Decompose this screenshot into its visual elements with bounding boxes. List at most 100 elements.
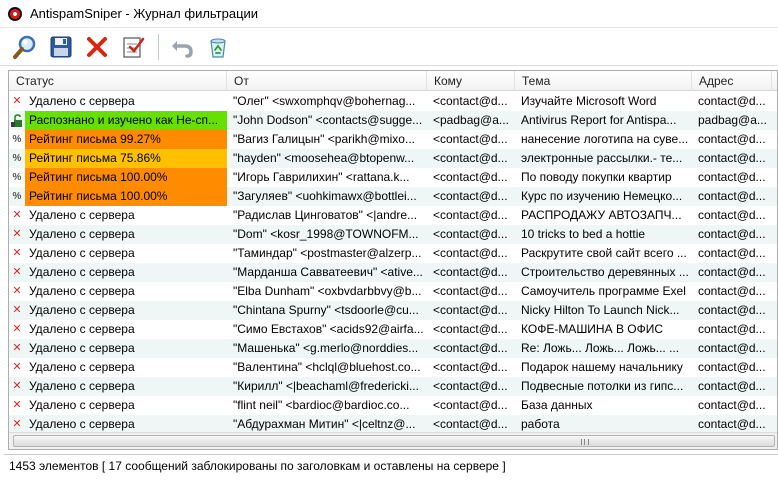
status-cell: % Рейтинг письма 100.00% <box>9 187 227 206</box>
scrollbar-grip-icon <box>581 439 589 445</box>
address-cell: contact@d... <box>698 189 766 203</box>
subject-cell: Изучайте Microsoft Word <box>521 94 657 108</box>
subject-cell: РАСПРОДАЖУ АВТОЗАПЧ... <box>521 208 682 222</box>
table-row[interactable]: % Рейтинг письма 99.27% "Вагиз Галицын" <p… <box>9 130 777 149</box>
table-row[interactable]: ✕ Удалено с сервера "Таминдар" <postmaster… <box>9 244 777 263</box>
subject-cell: нанесение логотипа на суве... <box>521 132 689 146</box>
extra-cell: 2 <box>772 396 777 415</box>
horizontal-scrollbar[interactable] <box>9 432 777 449</box>
table-row[interactable]: ✕ Удалено с сервера "Олег" <swxomphqv@bohe… <box>9 92 777 111</box>
save-disk-icon <box>50 36 72 57</box>
rating-icon: % <box>12 153 22 164</box>
table-row[interactable]: ✕ Удалено с сервера "Chintana Spurny" <tsd… <box>9 301 777 320</box>
save-button[interactable] <box>46 32 76 62</box>
undo-button[interactable] <box>167 32 197 62</box>
table-row[interactable]: ✕ Удалено с сервера "flint neil" <bardioc@… <box>9 396 777 415</box>
column-header-address[interactable]: Адрес <box>692 71 772 91</box>
address-cell: contact@d... <box>698 360 766 374</box>
address-cell: contact@d... <box>698 322 766 336</box>
status-label: Удалено с сервера <box>29 322 135 336</box>
status-cell: ✕ Удалено с сервера <box>9 301 227 320</box>
mark-button[interactable] <box>118 32 148 62</box>
table-row[interactable]: % Рейтинг письма 75.86% "hayden" <moosehea… <box>9 149 777 168</box>
status-cell: ✕ Удалено с сервера <box>9 263 227 282</box>
table-row[interactable]: ✕ Удалено с сервера "Валентина" <hclql@blu… <box>9 358 777 377</box>
subject-cell: Подвесные потолки из гипс... <box>521 379 684 393</box>
status-label: Рейтинг письма 100.00% <box>25 187 227 206</box>
column-header-status[interactable]: Статус <box>9 71 227 91</box>
sender-cell: "flint neil" <bardioc@bardioc.co... <box>233 398 410 412</box>
sender-cell: "Dom" <kosr_1998@TOWNOFM... <box>233 227 419 241</box>
subject-cell: КОФЕ-МАШИНА В ОФИС <box>521 322 664 336</box>
recipient-cell: <contact@d... <box>433 227 508 241</box>
recipient-cell: <contact@d... <box>433 284 508 298</box>
sender-cell: "John Dodson" <contacts@sugge... <box>233 113 423 127</box>
rating-icon: % <box>12 134 22 145</box>
table-row[interactable]: ✕ Удалено с сервера "Марданша Савватеевич"… <box>9 263 777 282</box>
delete-button[interactable] <box>82 32 112 62</box>
rating-icon: % <box>12 191 22 202</box>
subject-cell: Antivirus Report for Antispa... <box>521 113 677 127</box>
status-label: Удалено с сервера <box>29 341 135 355</box>
table-row[interactable]: % Рейтинг письма 100.00% "Игорь Гаврилихин… <box>9 168 777 187</box>
table-row[interactable]: ✕ Удалено с сервера "Elba Dunham" <oxbvdar… <box>9 282 777 301</box>
extra-cell: 2 <box>772 168 777 187</box>
subject-cell: Раскрутите свой сайт всего ... <box>521 246 687 260</box>
status-cell: ✕ Удалено с сервера <box>9 225 227 244</box>
subject-cell: Курс по изучению Немецко... <box>521 189 683 203</box>
status-cell: ✕ Удалено с сервера <box>9 377 227 396</box>
recipient-cell: <contact@d... <box>433 322 508 336</box>
table-body: ✕ Удалено с сервера "Олег" <swxomphqv@bohe… <box>9 92 777 434</box>
subject-cell: База данных <box>521 398 593 412</box>
address-cell: contact@d... <box>698 398 766 412</box>
status-cell: ✕ Удалено с сервера <box>9 320 227 339</box>
subject-cell: Re: Ложь... Ложь... Ложь... ... <box>521 341 680 355</box>
status-label: Рейтинг письма 99.27% <box>25 130 227 149</box>
table-row[interactable]: ✕ Удалено с сервера "Радислав Цинговатов" … <box>9 206 777 225</box>
status-cell: ✕ Удалено с сервера <box>9 339 227 358</box>
subject-cell: Строительство деревянных ... <box>521 265 689 279</box>
status-label: Рейтинг письма 75.86% <box>25 149 227 168</box>
table-row[interactable]: ✕ Удалено с сервера "Симо Евстахов" <acids… <box>9 320 777 339</box>
table-row[interactable]: % Рейтинг письма 100.00% "Загуляев" <uohki… <box>9 187 777 206</box>
table-row[interactable]: ✕ Удалено с сервера "Машенька" <g.merlo@no… <box>9 339 777 358</box>
scrollbar-thumb[interactable] <box>13 435 775 447</box>
table-row[interactable]: ✕ Удалено с сервера "Dom" <kosr_1998@TOWNO… <box>9 225 777 244</box>
status-cell: ✕ Удалено с сервера <box>9 244 227 263</box>
address-cell: contact@d... <box>698 379 766 393</box>
magnifier-icon <box>13 35 36 59</box>
sender-cell: "Машенька" <g.merlo@norddies... <box>233 341 419 355</box>
extra-cell: 2 <box>772 149 777 168</box>
search-button[interactable] <box>10 32 40 62</box>
sender-cell: "Игорь Гаврилихин" <rattana.k... <box>233 170 410 184</box>
address-cell: contact@d... <box>698 132 766 146</box>
column-header-subject[interactable]: Тема <box>515 71 692 91</box>
table-row[interactable]: Распознано и изучено как Не-сп... "John D… <box>9 111 777 130</box>
status-label: Удалено с сервера <box>29 227 135 241</box>
deleted-icon: ✕ <box>12 228 22 240</box>
status-cell: ✕ Удалено с сервера <box>9 282 227 301</box>
column-header-to[interactable]: Кому <box>427 71 515 91</box>
recipient-cell: <contact@d... <box>433 208 508 222</box>
recipient-cell: <contact@d... <box>433 94 508 108</box>
status-label: Удалено с сервера <box>29 208 135 222</box>
column-header-from[interactable]: От <box>227 71 427 91</box>
toolbar <box>0 28 778 66</box>
address-cell: contact@d... <box>698 265 766 279</box>
extra-cell: 2 <box>772 377 777 396</box>
status-label: Удалено с сервера <box>29 284 135 298</box>
sender-cell: "Марданша Савватеевич" <ative... <box>233 265 423 279</box>
deleted-icon: ✕ <box>12 304 22 316</box>
column-header-extra[interactable]: Д <box>772 71 777 91</box>
app-logo-icon <box>8 6 22 21</box>
recipient-cell: <contact@d... <box>433 379 508 393</box>
recipient-cell: <contact@d... <box>433 189 508 203</box>
extra-cell: 2 <box>772 320 777 339</box>
toolbar-separator <box>158 33 159 60</box>
recycle-button[interactable] <box>203 32 233 62</box>
extra-cell: 2 <box>772 206 777 225</box>
message-log-table: Статус От Кому Тема Адрес Д ✕ Удалено с с… <box>8 70 778 450</box>
extra-cell: 2 <box>772 263 777 282</box>
table-row[interactable]: ✕ Удалено с сервера "Кирилл" <|beachaml@fr… <box>9 377 777 396</box>
deleted-icon: ✕ <box>12 95 22 107</box>
